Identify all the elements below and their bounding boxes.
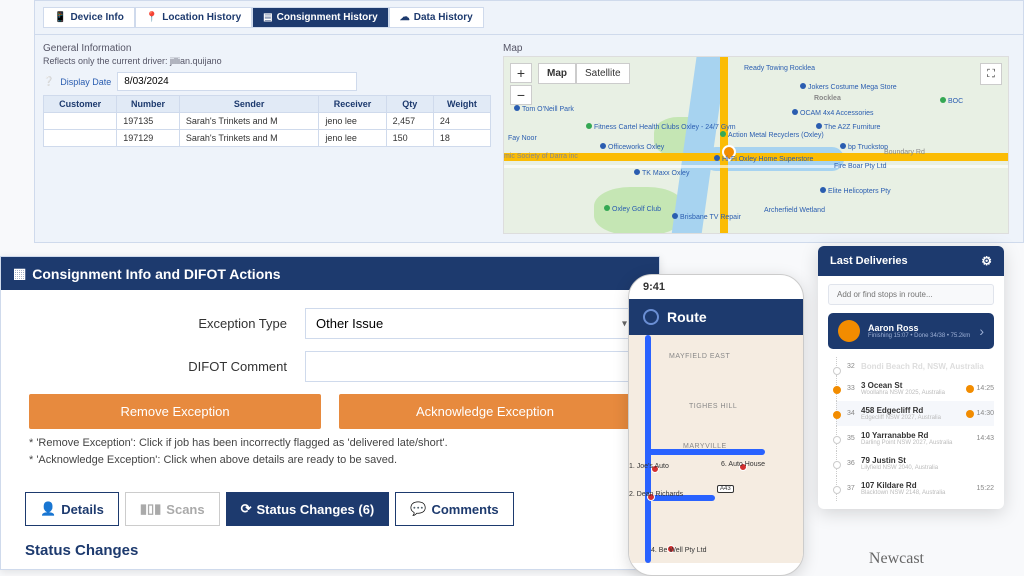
general-info: General Information Reflects only the cu… [43, 43, 491, 234]
tab-consignment-history[interactable]: ▤Consignment History [252, 7, 389, 28]
difot-subtabs: 👤Details ▮▯▮Scans ⟳Status Changes (6) 💬C… [1, 478, 659, 532]
help-note-1: * 'Remove Exception': Click if job has b… [25, 435, 635, 452]
driver-note: Reflects only the current driver: jillia… [43, 56, 491, 66]
difot-comment-label: DIFOT Comment [25, 359, 305, 374]
list-item[interactable]: 32Bondi Beach Rd, NSW, Australia [836, 357, 994, 376]
fullscreen-button[interactable]: ⛶ [980, 63, 1002, 85]
zoom-in-button[interactable]: + [510, 63, 532, 83]
avatar [838, 320, 860, 342]
refresh-icon: ⟳ [241, 501, 252, 517]
map-type-map[interactable]: Map [538, 63, 576, 84]
tab-data-history[interactable]: ☁Data History [389, 7, 484, 28]
general-info-title: General Information [43, 43, 491, 54]
remove-exception-button[interactable]: Remove Exception [29, 394, 321, 429]
status-changes-heading: Status Changes [1, 532, 659, 569]
route-search-input[interactable] [828, 284, 994, 305]
cloud-icon: ☁ [400, 12, 410, 23]
list-item[interactable]: 34458 Edgecliff RdEdgecliff NSW 2027, Au… [836, 401, 994, 426]
globe-icon [643, 309, 659, 325]
subtab-scans[interactable]: ▮▯▮Scans [125, 492, 220, 526]
th-weight[interactable]: Weight [433, 96, 490, 113]
difot-comment-input[interactable] [305, 351, 635, 382]
expand-icon: ⛶ [987, 68, 995, 81]
display-date-input[interactable] [117, 72, 357, 91]
phone-mockup: 9:41 Route MAYFIELD EAST TIGHES HILL MAR… [628, 274, 804, 576]
pin-icon: 📍 [146, 12, 158, 23]
table-row[interactable]: 197129Sarah's Trinkets and Mjeno lee1501… [44, 130, 491, 147]
th-qty[interactable]: Qty [386, 96, 433, 113]
map-type-satellite[interactable]: Satellite [576, 63, 630, 84]
display-date-label: Display Date [60, 77, 111, 87]
th-sender[interactable]: Sender [179, 96, 318, 113]
th-number[interactable]: Number [117, 96, 180, 113]
help-note-2: * 'Acknowledge Exception': Click when ab… [25, 452, 635, 469]
map-city-label: Newcast [869, 550, 924, 568]
gear-icon[interactable]: ⚙ [981, 254, 992, 268]
difot-header: ▦Consignment Info and DIFOT Actions [1, 257, 659, 290]
list-item[interactable]: 3510 Yarranabbe RdDarling Point NSW 2027… [836, 426, 994, 451]
stop-list: 32Bondi Beach Rd, NSW, Australia 333 Oce… [818, 357, 1004, 509]
zoom-controls: + − [510, 63, 532, 107]
history-panel: 📱Device Info 📍Location History ▤Consignm… [34, 0, 1024, 243]
list-item[interactable]: 37107 Kildare RdBlacktown NSW 2148, Aust… [836, 476, 994, 501]
list-icon: ▤ [263, 12, 272, 23]
tab-device-info[interactable]: 📱Device Info [43, 7, 135, 28]
list-item[interactable]: 3679 Justin StLilyfield NSW 2040, Austra… [836, 451, 994, 476]
phone-header: Route [629, 299, 803, 335]
subtab-comments[interactable]: 💬Comments [395, 492, 513, 526]
person-icon: 👤 [40, 501, 56, 517]
exception-type-label: Exception Type [25, 316, 305, 331]
subtab-details[interactable]: 👤Details [25, 492, 119, 526]
table-row[interactable]: 197135Sarah's Trinkets and Mjeno lee2,45… [44, 113, 491, 130]
google-map[interactable]: + − Map Satellite ⛶ Tom O'Neill Park Fay… [503, 56, 1009, 234]
deliveries-title: Last Deliveries [830, 255, 908, 267]
map-title: Map [503, 43, 1009, 54]
phone-icon: 📱 [54, 12, 66, 23]
zoom-out-button[interactable]: − [510, 85, 532, 105]
help-icon[interactable]: ❔ [43, 76, 54, 87]
phone-time: 9:41 [629, 275, 803, 299]
barcode-icon: ▮▯▮ [140, 501, 161, 517]
difot-panel: ▦Consignment Info and DIFOT Actions Exce… [0, 256, 660, 570]
exception-type-select[interactable]: Other Issue [305, 308, 635, 339]
list-item[interactable]: 333 Ocean StWoollahra NSW 2025, Australi… [836, 376, 994, 401]
speech-icon: 💬 [410, 501, 426, 517]
th-receiver[interactable]: Receiver [319, 96, 386, 113]
history-tabs: 📱Device Info 📍Location History ▤Consignm… [35, 1, 1023, 35]
grid-icon: ▦ [13, 265, 26, 282]
driver-card[interactable]: Aaron RossFinishing 15:07 • Done 34/38 •… [828, 313, 994, 349]
subtab-status-changes[interactable]: ⟳Status Changes (6) [226, 492, 390, 526]
last-deliveries-panel: Last Deliveries ⚙ Aaron RossFinishing 15:… [818, 246, 1004, 509]
consignment-table: Customer Number Sender Receiver Qty Weig… [43, 95, 491, 147]
th-customer[interactable]: Customer [44, 96, 117, 113]
phone-route-map[interactable]: MAYFIELD EAST TIGHES HILL MARYVILLE 1. J… [629, 335, 803, 563]
tab-location-history[interactable]: 📍Location History [135, 7, 252, 28]
acknowledge-exception-button[interactable]: Acknowledge Exception [339, 394, 631, 429]
